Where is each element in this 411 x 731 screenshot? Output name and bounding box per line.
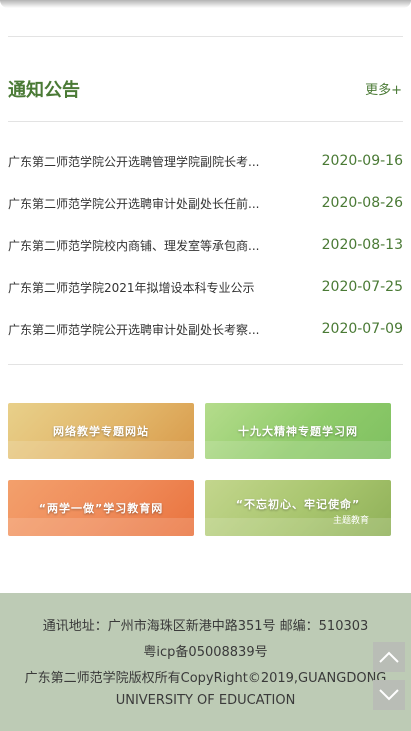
footer: 通讯地址：广州市海珠区新港中路351号 邮编：510303 粤icp备05008… bbox=[0, 593, 411, 731]
notice-item[interactable]: 广东第二师范学院校内商铺、理发室等承包商... 2020-08-13 bbox=[8, 224, 403, 266]
scroll-top-button[interactable] bbox=[373, 642, 405, 672]
notice-item[interactable]: 广东第二师范学院2021年拟增设本科专业公示 2020-07-25 bbox=[8, 266, 403, 308]
footer-icp: 粤icp备05008839号 bbox=[143, 645, 268, 660]
footer-address: 通讯地址：广州市海珠区新港中路351号 邮编：510303 bbox=[42, 619, 369, 634]
banner-label: “两学一做”学习教育网 bbox=[38, 502, 164, 515]
footer-copyright: 广东第二师范学院版权所有CopyRight©2019,GUANGDONG bbox=[24, 671, 387, 686]
banner-label: 十九大精神专题学习网 bbox=[238, 425, 358, 438]
notice-date: 2020-09-16 bbox=[321, 153, 403, 169]
divider bbox=[8, 364, 403, 365]
divider bbox=[8, 121, 403, 122]
banner-label: “不忘初心、牢记使命” bbox=[235, 498, 361, 511]
section-title: 通知公告 bbox=[8, 80, 80, 101]
notice-item[interactable]: 广东第二师范学院公开选聘审计处副处长考察... 2020-07-09 bbox=[8, 308, 403, 350]
footer-copyright-en: UNIVERSITY OF EDUCATION bbox=[115, 693, 296, 708]
banner-two-studies[interactable]: “两学一做”学习教育网 bbox=[8, 480, 194, 536]
notice-title[interactable]: 广东第二师范学院2021年拟增设本科专业公示 bbox=[8, 279, 255, 296]
chevron-up-icon bbox=[379, 651, 399, 663]
banner-label: 网络教学专题网站 bbox=[53, 425, 149, 438]
notice-date: 2020-07-09 bbox=[321, 321, 403, 337]
notice-title[interactable]: 广东第二师范学院公开选聘管理学院副院长考... bbox=[8, 153, 259, 170]
notice-item[interactable]: 广东第二师范学院公开选聘审计处副处长任前... 2020-08-26 bbox=[8, 182, 403, 224]
banner-nineteenth-congress[interactable]: 十九大精神专题学习网 bbox=[205, 403, 391, 459]
notice-list: 广东第二师范学院公开选聘管理学院副院长考... 2020-09-16 广东第二师… bbox=[8, 140, 403, 350]
notice-title[interactable]: 广东第二师范学院校内商铺、理发室等承包商... bbox=[8, 237, 259, 254]
divider bbox=[8, 36, 403, 37]
banner-original-aspiration[interactable]: “不忘初心、牢记使命” 主题教育 bbox=[205, 480, 391, 536]
scroll-bottom-button[interactable] bbox=[373, 680, 405, 710]
notice-title[interactable]: 广东第二师范学院公开选聘审计处副处长考察... bbox=[8, 321, 259, 338]
top-shadow bbox=[0, 0, 411, 8]
notice-date: 2020-08-13 bbox=[321, 237, 403, 253]
notice-item[interactable]: 广东第二师范学院公开选聘管理学院副院长考... 2020-09-16 bbox=[8, 140, 403, 182]
notice-date: 2020-07-25 bbox=[321, 279, 403, 295]
banner-sublabel: 主题教育 bbox=[332, 516, 369, 526]
notice-title[interactable]: 广东第二师范学院公开选聘审计处副处长任前... bbox=[8, 195, 259, 212]
banner-online-teaching[interactable]: 网络教学专题网站 bbox=[8, 403, 194, 459]
notice-date: 2020-08-26 bbox=[321, 195, 403, 211]
more-link[interactable]: 更多+ bbox=[365, 79, 402, 98]
chevron-down-icon bbox=[379, 689, 399, 701]
